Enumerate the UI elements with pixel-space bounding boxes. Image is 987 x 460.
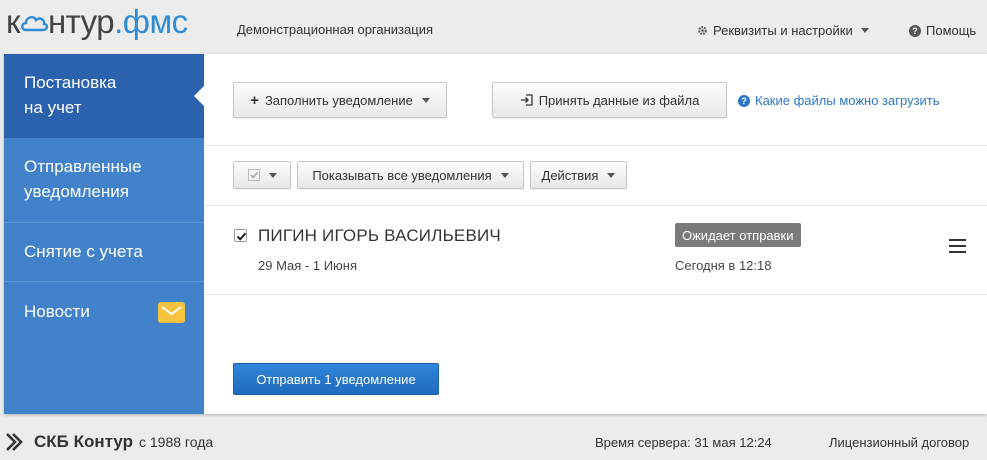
- sidebar-item-label: Постановка: [24, 73, 117, 92]
- filter-label: Показывать все уведомления: [312, 167, 492, 183]
- plus-icon: +: [250, 91, 259, 109]
- company-since: с 1988 года: [139, 434, 214, 450]
- sidebar-item-label: Снятие с учета: [24, 242, 143, 261]
- logo-text-start: к: [6, 3, 20, 40]
- chevron-down-icon: [500, 172, 509, 178]
- active-indicator: [194, 85, 205, 107]
- sidebar-item-label: на учет: [24, 98, 82, 117]
- license-link[interactable]: Лицензионный договор: [829, 435, 969, 450]
- question-icon: ?: [909, 24, 921, 37]
- help-label: Помощь: [926, 23, 977, 38]
- chevron-down-icon: [860, 28, 869, 33]
- checkbox-icon: [247, 169, 260, 181]
- divider: [204, 145, 987, 146]
- sidebar-item-label: уведомления: [24, 182, 129, 201]
- filter-dropdown[interactable]: Показывать все уведомления: [297, 161, 524, 189]
- send-notifications-button[interactable]: Отправить 1 уведомление: [233, 363, 439, 395]
- import-icon: [520, 94, 533, 106]
- settings-label: Реквизиты и настройки: [713, 23, 853, 38]
- logo-text-middle: нтур: [47, 3, 115, 40]
- settings-menu[interactable]: Реквизиты и настройки: [697, 23, 869, 38]
- gear-icon: [698, 26, 707, 35]
- status-badge: Ожидает отправки: [675, 223, 801, 247]
- sidebar-item-deregistration[interactable]: Снятие с учета: [4, 223, 204, 281]
- select-all-dropdown[interactable]: [233, 161, 291, 189]
- help-link[interactable]: ? Помощь: [909, 23, 976, 38]
- sidebar-item-registration[interactable]: Постановка на учет: [4, 54, 204, 138]
- row-checkbox[interactable]: [234, 229, 247, 242]
- created-time: Сегодня в 12:18: [675, 258, 772, 273]
- actions-label: Действия: [541, 167, 599, 183]
- supported-files-label: Какие файлы можно загрузить: [755, 93, 940, 108]
- server-time: Время сервера: 31 мая 12:24: [595, 435, 772, 450]
- actions-dropdown[interactable]: Действия: [530, 161, 627, 189]
- fill-notification-label: Заполнить уведомление: [264, 92, 413, 108]
- import-file-button[interactable]: Принять данные из файла: [492, 82, 727, 118]
- skb-kontur-logo-icon: [6, 433, 23, 451]
- question-icon: ?: [738, 94, 750, 107]
- sidebar: Постановка на учет Отправленные уведомле…: [4, 54, 205, 414]
- logo-text-end: .фмс: [114, 3, 188, 40]
- menu-icon[interactable]: [949, 239, 966, 253]
- header: к нтур.фмс Демонстрационная организация Р…: [0, 0, 987, 54]
- main-panel: Постановка на учет Отправленные уведомле…: [4, 54, 987, 414]
- person-name[interactable]: ПИГИН ИГОРЬ ВАСИЛЬЕВИЧ: [258, 226, 501, 246]
- cloud-icon: [21, 15, 49, 32]
- divider: [204, 294, 987, 295]
- divider: [204, 205, 987, 206]
- fill-notification-button[interactable]: + Заполнить уведомление: [233, 82, 447, 118]
- organization-name: Демонстрационная организация: [237, 22, 433, 37]
- chevron-down-icon: [268, 172, 277, 178]
- stay-dates: 29 Мая - 1 Июня: [258, 258, 358, 273]
- chevron-down-icon: [421, 97, 430, 103]
- sidebar-item-sent-notifications[interactable]: Отправленные уведомления: [4, 138, 204, 222]
- supported-files-link[interactable]: ? Какие файлы можно загрузить: [738, 93, 940, 108]
- company-name: СКБ Контур: [34, 432, 133, 451]
- app-logo[interactable]: к нтур.фмс: [6, 3, 188, 41]
- mail-icon: [158, 302, 185, 323]
- import-file-label: Принять данные из файла: [538, 92, 700, 108]
- footer-logo[interactable]: СКБ Контур с 1988 года: [6, 432, 213, 452]
- sidebar-item-label: Отправленные: [24, 157, 142, 176]
- chevron-down-icon: [607, 172, 616, 178]
